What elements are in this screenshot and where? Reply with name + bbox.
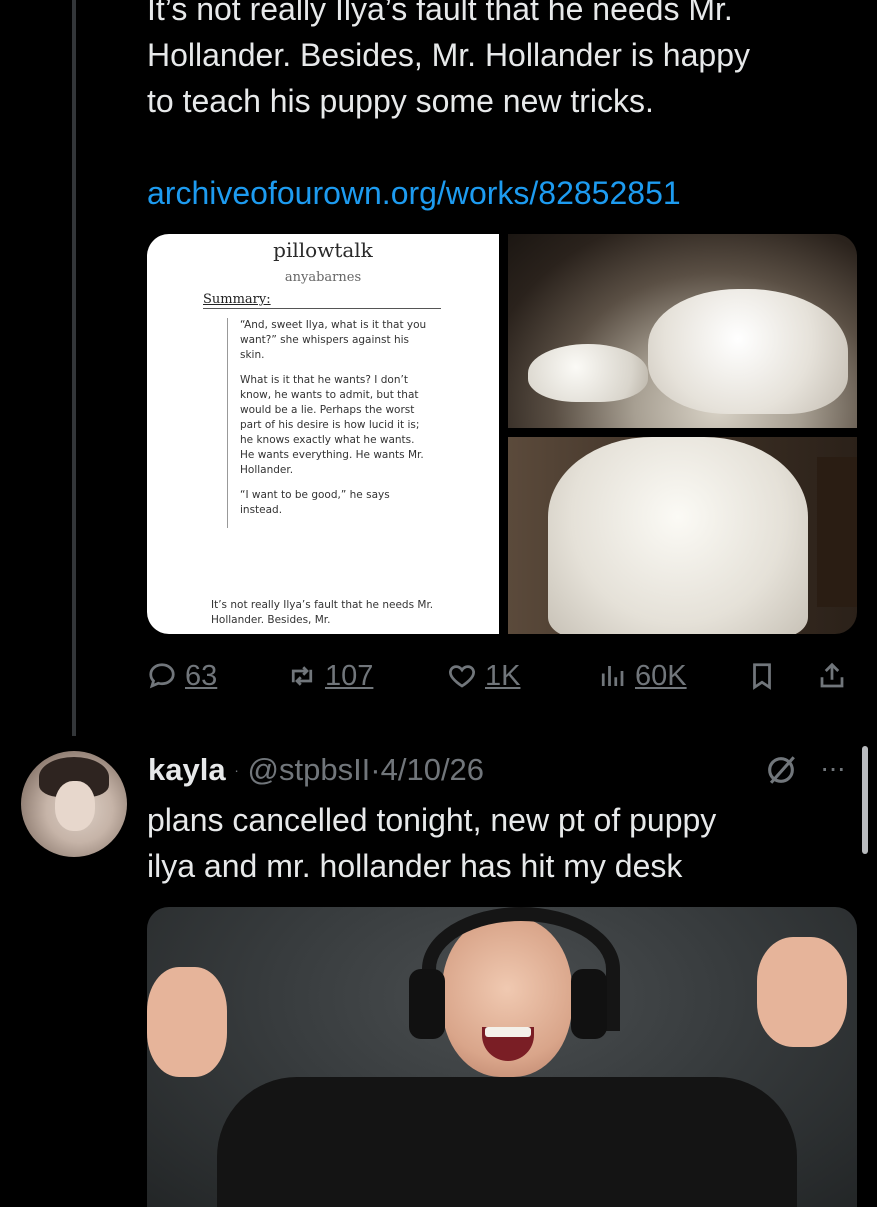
left-hand-shape xyxy=(147,967,227,1077)
avatar-face xyxy=(55,781,95,831)
post-text-line: plans cancelled tonight, new pt of puppy xyxy=(147,802,717,838)
shirt-photo[interactable] xyxy=(508,437,857,634)
thread-connector-line xyxy=(72,0,76,736)
more-options-icon[interactable]: ··· xyxy=(820,752,846,784)
right-hand-shape xyxy=(757,937,847,1047)
reply-icon xyxy=(149,663,175,689)
reply-button[interactable]: 63 xyxy=(147,654,217,698)
post-text-line: ilya and mr. hollander has hit my desk xyxy=(147,848,683,884)
post-text-line: Hollander. Besides, Mr. Hollander is hap… xyxy=(147,37,750,73)
fic-author: anyabarnes xyxy=(284,270,362,285)
avatar[interactable] xyxy=(21,751,127,857)
quote-paragraph: “And, sweet Ilya, what is it that you wa… xyxy=(240,319,427,361)
post-text: plans cancelled tonight, new pt of puppy… xyxy=(147,797,847,889)
white-shirt-shape xyxy=(548,437,808,634)
share-icon xyxy=(820,662,844,688)
analytics-icon xyxy=(601,666,624,686)
share-button[interactable] xyxy=(817,654,847,698)
post-text-line: It’s not really Ilya’s fault that he nee… xyxy=(147,0,733,27)
repost-count: 107 xyxy=(325,659,374,692)
handle-and-date[interactable]: @stpbsII·4/10/26 xyxy=(248,752,485,787)
pillow-shape xyxy=(528,344,648,402)
view-count: 60K xyxy=(635,659,687,692)
teeth-shape xyxy=(485,1027,531,1037)
headphone-right-cup xyxy=(571,969,607,1039)
post-actions: 63 107 1K 60K xyxy=(147,654,857,698)
repost-button[interactable]: 107 xyxy=(287,654,373,698)
summary-divider xyxy=(203,308,441,309)
bed-photo[interactable] xyxy=(508,234,857,428)
quote-paragraph: What is it that he wants? I don’t know, … xyxy=(240,374,424,476)
sweater-shape xyxy=(217,1077,797,1207)
post-text-line: to teach his puppy some new tricks. xyxy=(147,83,654,119)
bookmark-button[interactable] xyxy=(747,654,777,698)
grok-icon[interactable] xyxy=(764,753,798,787)
media-grid[interactable]: pillowtalk anyabarnes Summary: “And, swe… xyxy=(147,234,857,634)
dresser-shape xyxy=(817,457,857,607)
reaction-image[interactable] xyxy=(147,907,857,1207)
repost-icon xyxy=(291,666,313,686)
quote-paragraph: “I want to be good,” he says instead. xyxy=(240,489,390,516)
like-button[interactable]: 1K xyxy=(447,654,520,698)
duvet-shape xyxy=(648,289,848,414)
scrollbar[interactable] xyxy=(862,746,868,854)
fic-summary-label: Summary: xyxy=(203,292,271,307)
headphone-left-cup xyxy=(409,969,445,1039)
fic-summary-image[interactable]: pillowtalk anyabarnes Summary: “And, swe… xyxy=(147,234,499,634)
ao3-link[interactable]: archiveofourown.org/works/82852851 xyxy=(147,170,681,216)
views-button[interactable]: 60K xyxy=(597,654,687,698)
fic-summary-tail: It’s not really Ilya’s fault that he nee… xyxy=(211,599,434,626)
like-count: 1K xyxy=(485,659,521,692)
display-name[interactable]: kayla xyxy=(148,752,226,787)
fic-summary-quote: “And, sweet Ilya, what is it that you wa… xyxy=(227,318,430,528)
post-text: It’s not really Ilya’s fault that he nee… xyxy=(147,0,867,124)
small-mark-icon: · xyxy=(234,762,239,778)
bookmark-icon xyxy=(753,663,771,690)
heart-icon xyxy=(449,665,475,688)
post-header: kayla · @stpbsII·4/10/26 xyxy=(148,748,484,792)
reply-count: 63 xyxy=(185,659,218,692)
fic-title: pillowtalk xyxy=(273,238,373,262)
